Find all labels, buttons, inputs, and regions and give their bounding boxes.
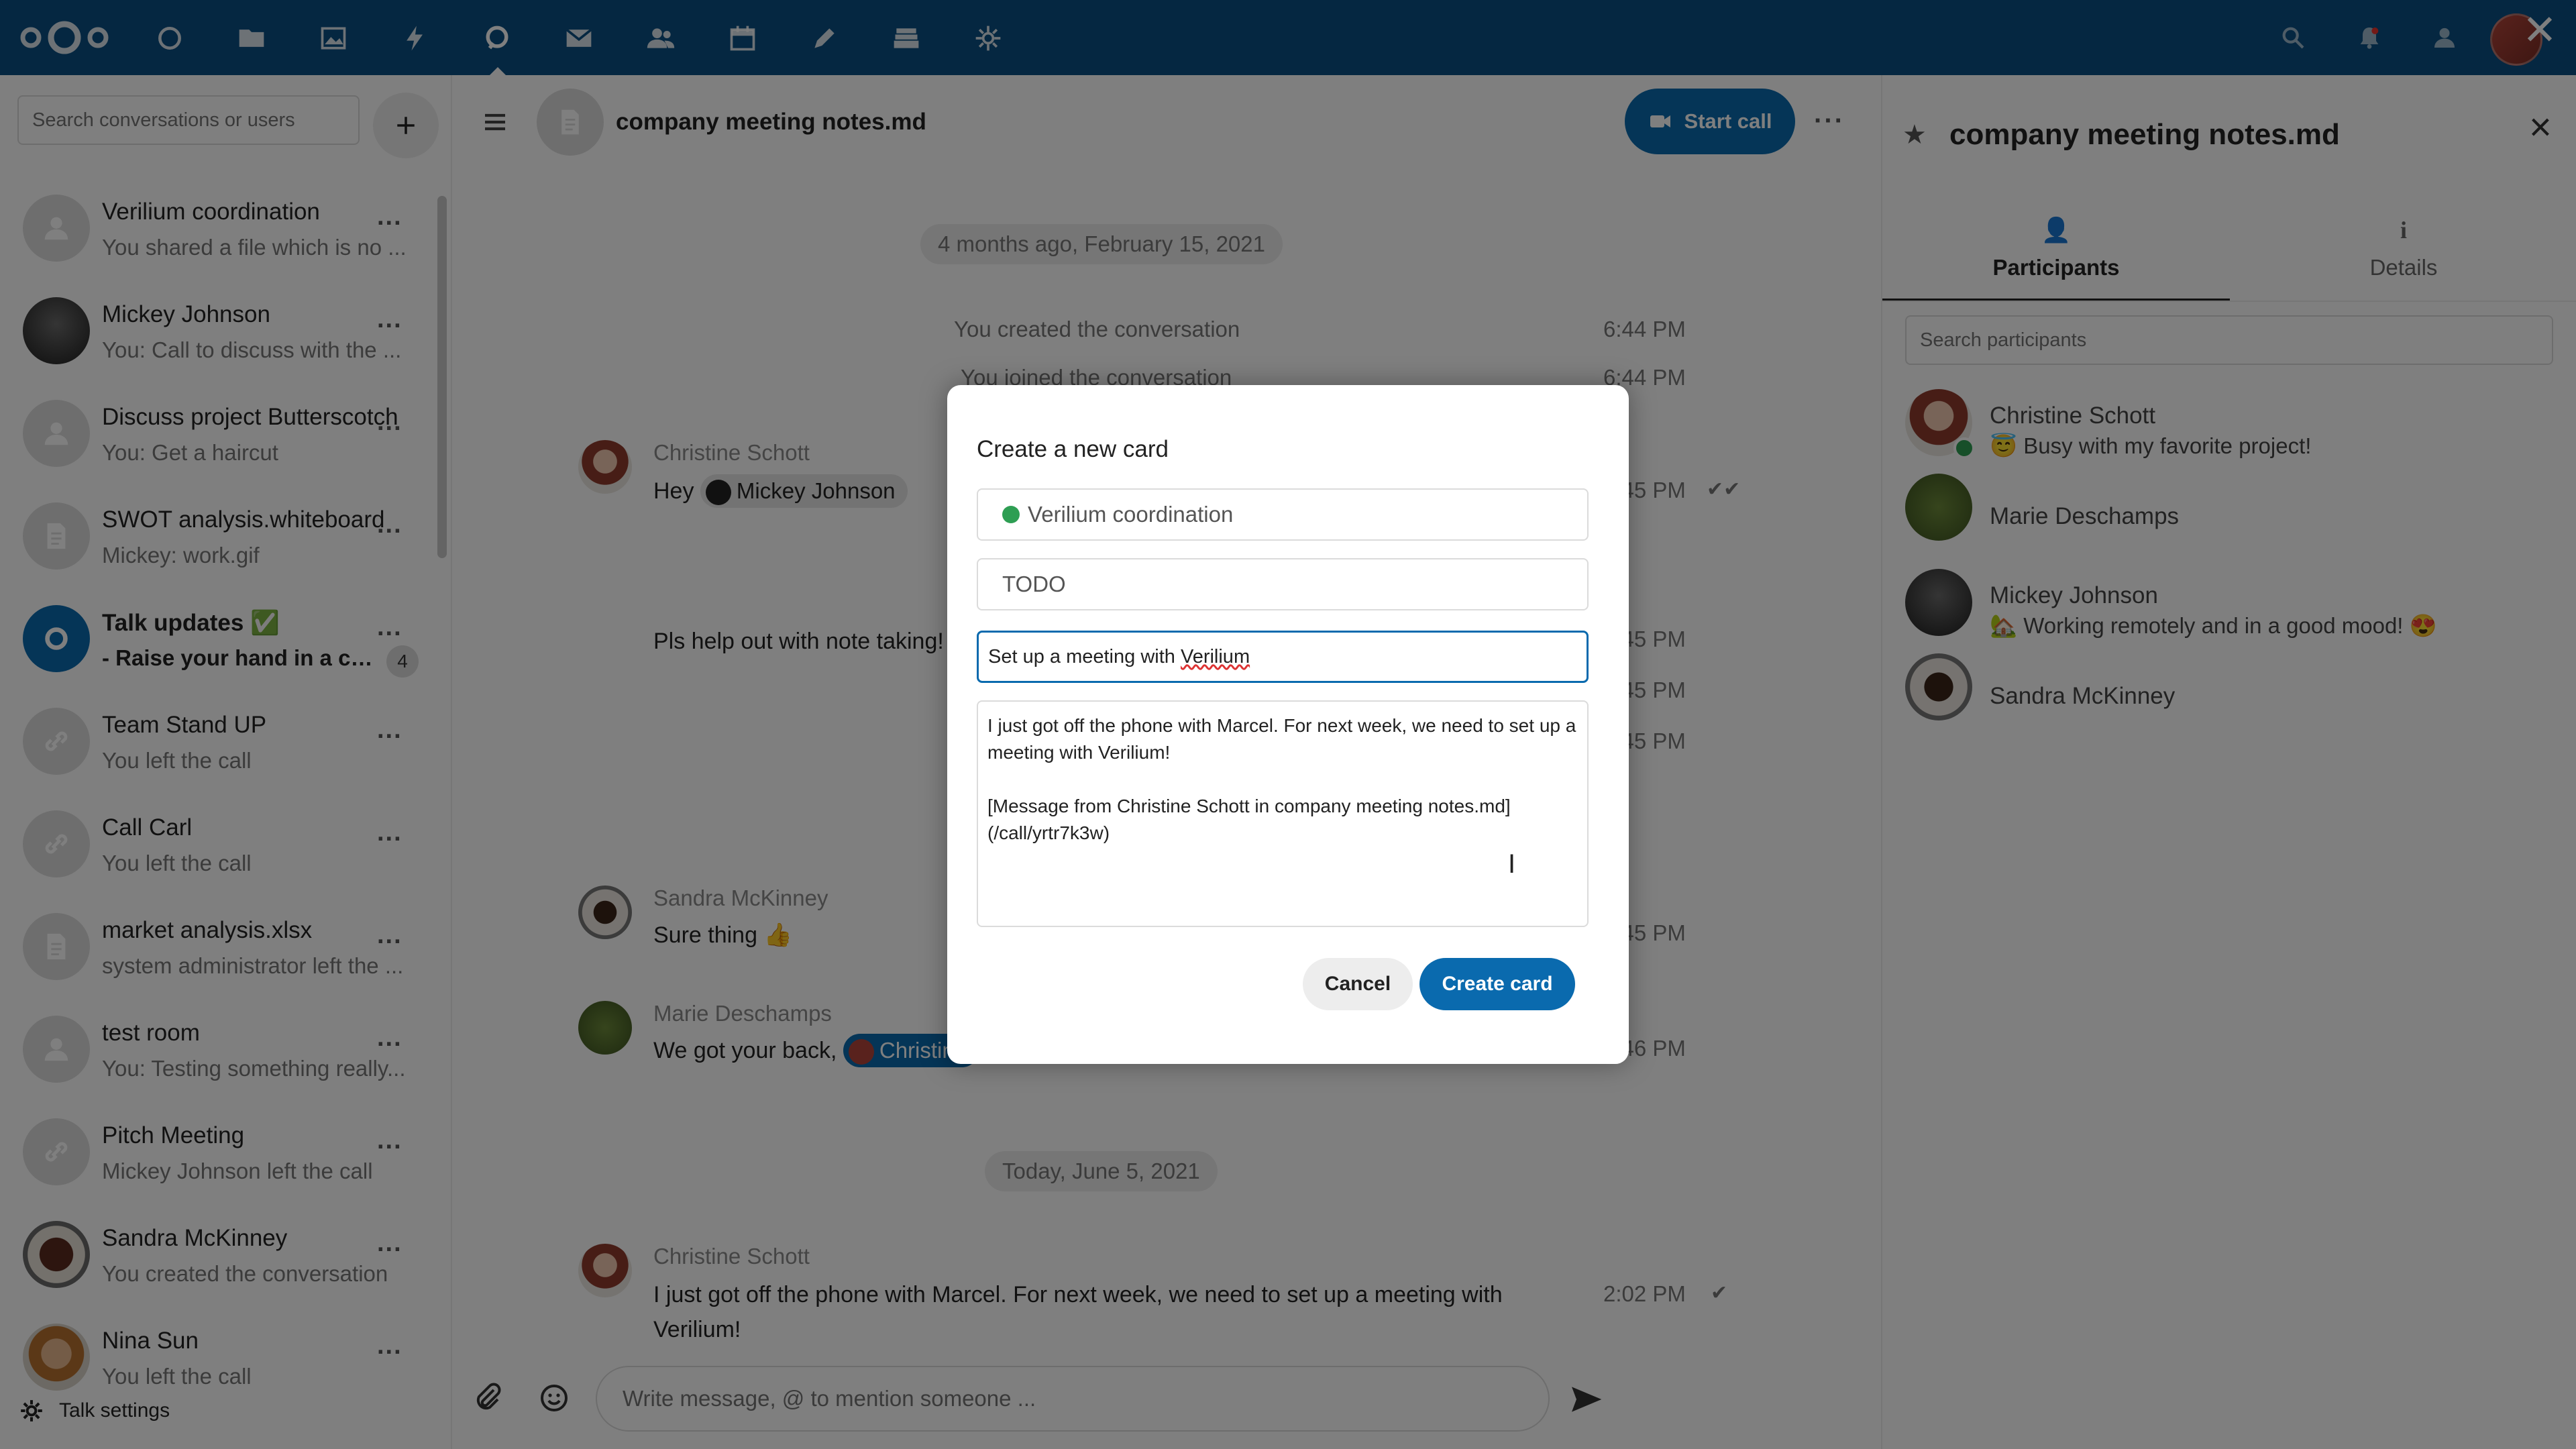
stack-select[interactable]: TODO: [977, 558, 1589, 610]
cancel-button[interactable]: Cancel: [1303, 958, 1413, 1010]
board-select-value: Verilium coordination: [1028, 502, 1234, 527]
card-description-textarea[interactable]: I just got off the phone with Marcel. Fo…: [977, 700, 1589, 927]
spellcheck-word: Verilium: [1180, 646, 1250, 667]
dialog-title: Create a new card: [977, 436, 1169, 462]
text-cursor-icon: I: [1508, 849, 1516, 879]
board-select[interactable]: Verilium coordination: [977, 488, 1589, 541]
card-title-text: Set up a meeting with: [988, 646, 1181, 667]
card-title-input[interactable]: Set up a meeting with Verilium: [977, 631, 1589, 683]
board-color-dot: [1002, 506, 1020, 523]
create-card-dialog: Create a new card Verilium coordination …: [947, 385, 1629, 1064]
stack-select-value: TODO: [1002, 572, 1066, 596]
create-card-button[interactable]: Create card: [1419, 958, 1575, 1010]
